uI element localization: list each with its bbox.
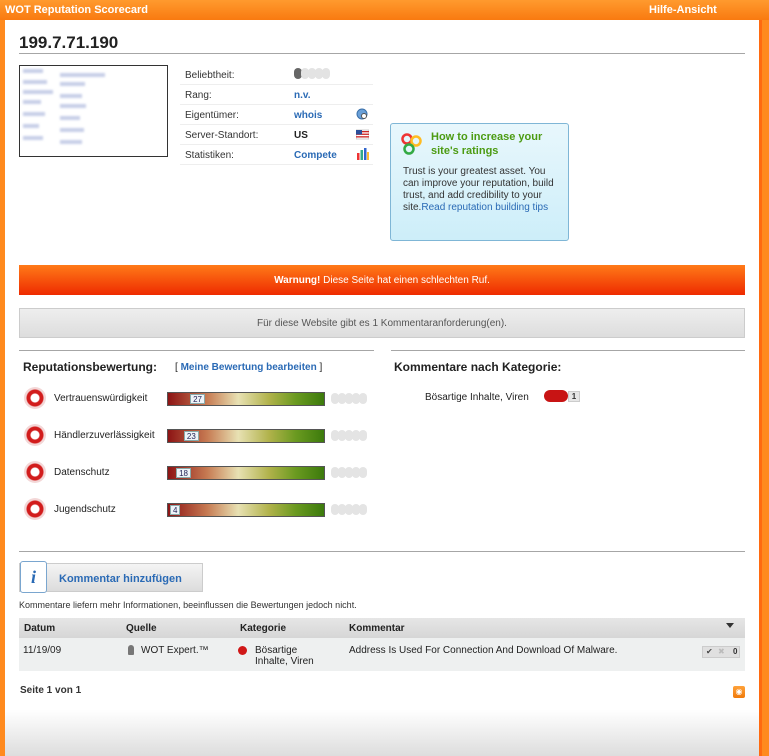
category-dot-icon bbox=[238, 646, 247, 655]
us-flag-icon bbox=[356, 129, 369, 140]
warning-text: Diese Seite hat einen schlechten Ruf. bbox=[320, 275, 490, 286]
category-label: Bösartige Inhalte, Viren bbox=[425, 392, 529, 403]
ratings-tips-box: How to increase your site's ratings Trus… bbox=[390, 123, 569, 241]
column-comment[interactable]: Kommentar bbox=[349, 623, 405, 634]
whois-link[interactable]: whois bbox=[294, 110, 322, 121]
warning-strong: Warnung! bbox=[274, 275, 321, 286]
divider bbox=[391, 350, 745, 351]
owner-row: Eigentümer: whois bbox=[180, 105, 373, 125]
confidence-dots bbox=[331, 430, 367, 444]
row-source[interactable]: WOT Expert.™ bbox=[141, 645, 209, 656]
scorecard-panel: 199.7.71.190 Beliebtheit: Rang: n.v. Eig… bbox=[5, 20, 762, 756]
wot-logo-icon bbox=[401, 133, 422, 155]
vote-count: 0 bbox=[733, 647, 738, 656]
reputation-ring-icon bbox=[24, 387, 46, 409]
comments-table-header: Datum Quelle Kategorie Kommentar bbox=[19, 618, 745, 638]
reputation-bar: 27 bbox=[167, 392, 325, 406]
rep-row-vendor-reliability: Händlerzuverlässigkeit 23 bbox=[24, 423, 374, 447]
category-pill bbox=[544, 390, 568, 402]
reputation-bar: 4 bbox=[167, 503, 325, 517]
reputation-title: Reputationsbewertung: bbox=[23, 360, 157, 374]
divider bbox=[19, 53, 745, 54]
tips-link[interactable]: Read reputation building tips bbox=[421, 202, 548, 213]
reputation-ring-icon bbox=[24, 498, 46, 520]
app-title: WOT Reputation Scorecard bbox=[5, 4, 149, 16]
popularity-row: Beliebtheit: bbox=[180, 65, 373, 85]
popularity-label: Beliebtheit: bbox=[185, 70, 235, 81]
reputation-ring-icon bbox=[24, 461, 46, 483]
row-category-line2: Inhalte, Viren bbox=[255, 656, 314, 667]
row-category: Bösartige Inhalte, Viren bbox=[255, 645, 314, 667]
help-view-link[interactable]: Hilfe-Ansicht bbox=[649, 4, 717, 16]
score-marker: 18 bbox=[176, 468, 191, 478]
row-comment: Address Is Used For Connection And Downl… bbox=[349, 645, 618, 656]
reputation-bar: 23 bbox=[167, 429, 325, 443]
disagree-icon[interactable]: ✖ bbox=[718, 647, 725, 657]
server-location-row: Server-Standort: US bbox=[180, 125, 373, 145]
divider bbox=[19, 350, 374, 351]
user-icon bbox=[128, 645, 134, 655]
tips-title[interactable]: How to increase your site's ratings bbox=[431, 130, 561, 158]
vote-box: ✔ ✖ 0 bbox=[702, 646, 740, 658]
pagination: Seite 1 von 1 bbox=[20, 685, 82, 696]
rss-icon[interactable]: ◉ bbox=[733, 686, 745, 698]
rep-row-child-safety: Jugendschutz 4 bbox=[24, 497, 374, 521]
confidence-dots bbox=[331, 467, 367, 481]
statistics-label: Statistiken: bbox=[185, 150, 234, 161]
category-count: 1 bbox=[568, 391, 580, 402]
column-date[interactable]: Datum bbox=[24, 623, 55, 634]
globe-search-icon[interactable] bbox=[356, 108, 369, 120]
column-source[interactable]: Quelle bbox=[126, 623, 157, 634]
sort-arrow-icon[interactable] bbox=[726, 623, 734, 628]
bracket-close: ] bbox=[316, 362, 323, 373]
score-marker: 23 bbox=[183, 431, 199, 441]
title-bar: WOT Reputation Scorecard Hilfe-Ansicht bbox=[0, 0, 769, 20]
row-category-line1: Bösartige bbox=[255, 645, 298, 656]
rank-label: Rang: bbox=[185, 90, 212, 101]
edit-rating-bracket: [ Meine Bewertung bearbeiten ] bbox=[175, 362, 322, 373]
add-comment-label: Kommentar hinzufügen bbox=[59, 573, 182, 585]
info-icon: i bbox=[20, 561, 47, 593]
rep-label: Händlerzuverlässigkeit bbox=[54, 430, 155, 441]
score-marker: 4 bbox=[170, 505, 181, 515]
confidence-dots bbox=[331, 393, 367, 407]
rep-row-privacy: Datenschutz 18 bbox=[24, 460, 374, 484]
bar-stats-icon[interactable] bbox=[356, 148, 369, 160]
site-info-table: Beliebtheit: Rang: n.v. Eigentümer: whoi… bbox=[180, 65, 373, 165]
row-date: 11/19/09 bbox=[23, 645, 62, 656]
owner-label: Eigentümer: bbox=[185, 110, 239, 121]
column-category[interactable]: Kategorie bbox=[240, 623, 286, 634]
agree-icon[interactable]: ✔ bbox=[706, 647, 713, 657]
add-comment-button[interactable]: i Kommentar hinzufügen bbox=[19, 561, 203, 593]
edit-rating-link[interactable]: Meine Bewertung bearbeiten bbox=[181, 362, 317, 373]
compete-link[interactable]: Compete bbox=[294, 150, 337, 161]
rep-row-trustworthiness: Vertrauenswürdigkeit 27 bbox=[24, 386, 374, 410]
rep-label: Jugendschutz bbox=[54, 504, 116, 515]
rank-row: Rang: n.v. bbox=[180, 85, 373, 105]
warning-banner: Warnung! Diese Seite hat einen schlechte… bbox=[19, 265, 745, 295]
popularity-meter bbox=[294, 68, 330, 82]
divider bbox=[19, 551, 745, 552]
reputation-ring-icon bbox=[24, 424, 46, 446]
comments-note: Kommentare liefern mehr Informationen, b… bbox=[19, 600, 357, 610]
confidence-dots bbox=[331, 504, 367, 518]
rep-label: Datenschutz bbox=[54, 467, 110, 478]
table-row: 11/19/09 WOT Expert.™ Bösartige Inhalte, … bbox=[19, 638, 745, 671]
server-location-value: US bbox=[294, 130, 308, 141]
rep-label: Vertrauenswürdigkeit bbox=[54, 393, 148, 404]
server-location-label: Server-Standort: bbox=[185, 130, 259, 141]
comment-request-bar[interactable]: Für diese Website gibt es 1 Kommentaranf… bbox=[19, 308, 745, 338]
statistics-row: Statistiken: Compete bbox=[180, 145, 373, 165]
rank-value: n.v. bbox=[294, 90, 311, 101]
score-marker: 27 bbox=[190, 394, 206, 404]
categories-title: Kommentare nach Kategorie: bbox=[394, 360, 562, 374]
tips-body: Trust is your greatest asset. You can im… bbox=[403, 166, 563, 214]
page-title: 199.7.71.190 bbox=[19, 33, 119, 52]
reputation-bar: 18 bbox=[167, 466, 325, 480]
site-thumbnail[interactable] bbox=[19, 65, 168, 157]
